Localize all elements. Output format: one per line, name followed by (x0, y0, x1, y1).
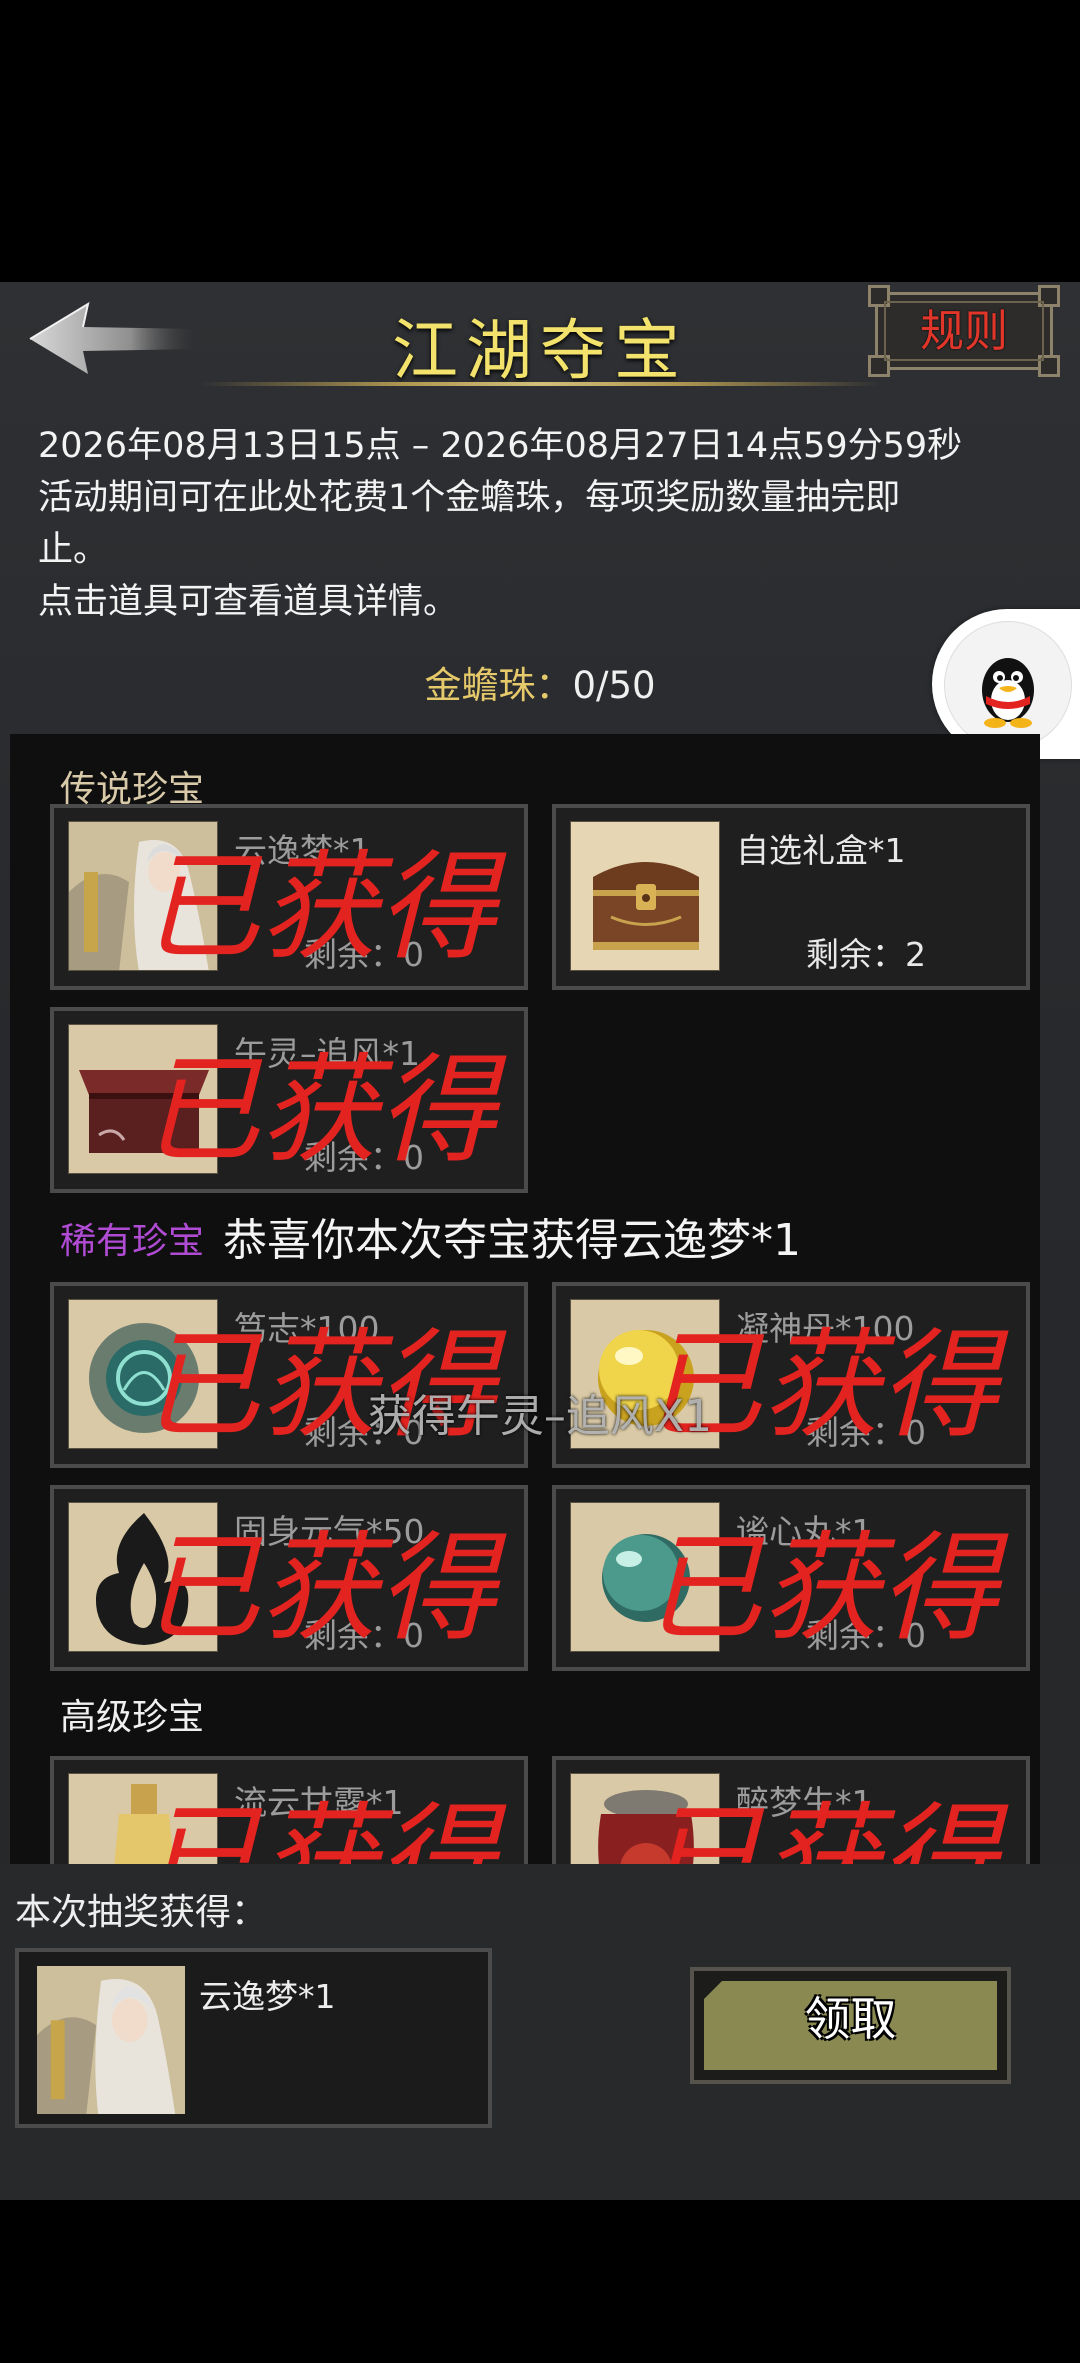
event-hint: 点击道具可查看道具详情。 (38, 582, 459, 622)
wine-bottle-icon (69, 1774, 217, 1864)
item-thumbnail (68, 821, 218, 971)
wine-jar-icon (571, 1774, 719, 1864)
prize-item-gift-box[interactable]: 自选礼盒*1 剩余：2 (552, 804, 1030, 990)
item-remaining: 剩余：0 (304, 935, 424, 974)
item-name: 自选礼盒*1 (736, 831, 906, 870)
item-name: 谧心丸*1 (736, 1512, 873, 1551)
toast-message: 获得午灵–追风X1 (367, 1391, 713, 1442)
reward-name: 云逸梦*1 (199, 1977, 336, 2016)
currency-value: 0/50 (572, 664, 656, 707)
item-thumbnail (68, 1773, 218, 1864)
congrats-message: 恭喜你本次夺宝获得云逸梦*1 (223, 1215, 801, 1266)
rules-button[interactable]: 规则 (868, 285, 1060, 377)
dark-flame-icon (69, 1503, 217, 1651)
item-name: 凝神丹*100 (736, 1309, 915, 1348)
item-remaining: 剩余：2 (806, 935, 926, 974)
item-remaining: 剩余：0 (304, 1616, 424, 1655)
header: 江湖夺宝 规则 (0, 282, 1080, 392)
item-thumbnail (68, 1502, 218, 1652)
claim-button[interactable]: 领取 (690, 1967, 1011, 2084)
event-description: 2026年08月13日15点 – 2026年08月27日14点59分59秒 活动… (38, 420, 1048, 628)
item-thumbnail (570, 1773, 720, 1864)
prize-item-zuimengsheng[interactable]: 醉梦生*1 已获得 (552, 1756, 1030, 1864)
prize-item-yunyimeng[interactable]: 云逸梦*1 剩余：0 已获得 (50, 804, 528, 990)
item-name: 固身元气*50 (234, 1512, 425, 1551)
treasure-panel: 江湖夺宝 规则 2026年08月13日15点 – 2026年08月27日14点5… (0, 282, 1080, 2200)
currency-display: 金蟾珠：0/50 (0, 655, 1080, 709)
event-rule-line-end: 止。 (38, 530, 109, 570)
title-underline (200, 382, 880, 386)
section-rare: 稀有珍宝 (60, 1221, 205, 1262)
currency-label: 金蟾珠： (424, 664, 573, 707)
reward-thumbnail (37, 1966, 185, 2114)
claim-label: 领取 (704, 1981, 997, 2070)
prize-list[interactable]: 传说珍宝 云逸梦*1 剩余：0 已获得 自选礼盒*1 剩余：2 午灵–追风*1 … (10, 734, 1040, 1864)
prize-item-mixinwan[interactable]: 谧心丸*1 剩余：0 已获得 (552, 1485, 1030, 1671)
heroine-portrait-icon (37, 1966, 185, 2114)
prize-item-gushen-yuanqi[interactable]: 固身元气*50 剩余：0 已获得 (50, 1485, 528, 1671)
box-icon (69, 1025, 217, 1173)
prize-item-liuyun-ganlu[interactable]: 流云甘露*1 已获得 (50, 1756, 528, 1864)
reward-caption: 本次抽奖获得： (15, 1892, 268, 1933)
teal-pill-icon (571, 1503, 719, 1651)
item-thumbnail (570, 1502, 720, 1652)
item-name: 流云甘露*1 (234, 1783, 404, 1822)
item-name: 醉梦生*1 (736, 1783, 873, 1822)
item-remaining: 剩余：0 (806, 1616, 926, 1655)
treasure-chest-icon (571, 822, 719, 970)
item-remaining: 剩余：0 (304, 1138, 424, 1177)
rules-label: 规则 (884, 301, 1044, 361)
event-rule-line: 活动期间可在此处花费1个金蟾珠，每项奖励数量抽完即 (38, 478, 901, 518)
item-name: 云逸梦*1 (234, 831, 371, 870)
event-period: 2026年08月13日15点 – 2026年08月27日14点59分59秒 (38, 426, 963, 466)
reward-item[interactable]: 云逸梦*1 (15, 1948, 492, 2128)
item-name: 笃志*100 (234, 1309, 380, 1348)
item-thumbnail (68, 1024, 218, 1174)
reward-summary: 本次抽奖获得： 云逸梦*1 领取 (0, 1864, 1080, 2200)
prize-item-wuling-zhuifeng[interactable]: 午灵–追风*1 剩余：0 已获得 (50, 1007, 528, 1193)
heroine-portrait-icon (69, 822, 217, 970)
section-advanced: 高级珍宝 (60, 1697, 205, 1738)
qq-penguin-icon (982, 658, 1034, 728)
item-thumbnail (570, 821, 720, 971)
item-name: 午灵–追风*1 (234, 1034, 420, 1073)
